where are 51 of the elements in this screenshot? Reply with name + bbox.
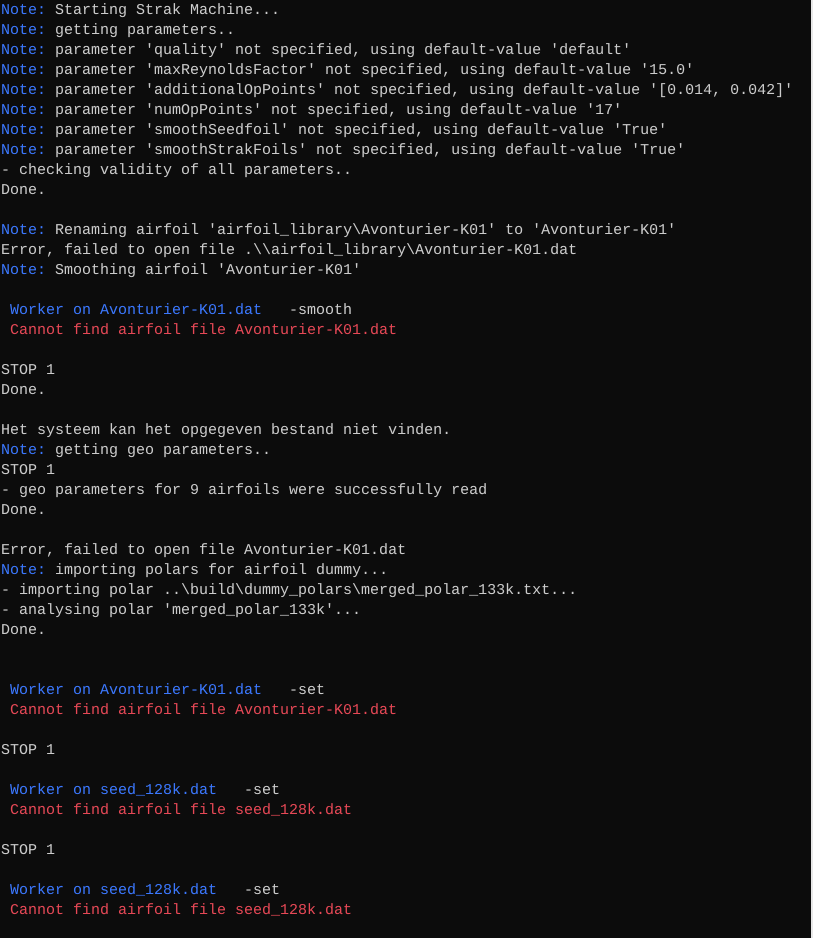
- error-message: Cannot find airfoil file Avonturier-K01.dat: [10, 322, 398, 339]
- log-message: STOP 1: [1, 462, 56, 479]
- log-message: - checking validity of all parameters..: [1, 162, 352, 179]
- note-prefix: Note:: [1, 62, 46, 79]
- worker-label: Worker on Avonturier-K01.dat: [10, 302, 262, 319]
- note-prefix: Note:: [1, 82, 46, 99]
- log-message: Het systeem kan het opgegeven bestand niet vinden.: [1, 422, 452, 439]
- note-prefix: Note:: [1, 122, 46, 139]
- log-message: parameter 'additionalOpPoints' not specified, using default-value '[0.014, 0.042]': [55, 82, 794, 99]
- worker-label: Worker on seed_128k.dat: [10, 782, 218, 799]
- note-prefix: Note:: [1, 262, 46, 279]
- worker-label: Worker on Avonturier-K01.dat: [10, 682, 262, 699]
- note-prefix: Note:: [1, 142, 46, 159]
- worker-option: -set: [244, 782, 280, 799]
- log-message: parameter 'smoothStrakFoils' not specified, using default-value 'True': [55, 142, 686, 159]
- log-message: STOP 1: [1, 362, 56, 379]
- log-message: STOP 1: [1, 742, 56, 759]
- log-message: STOP 1: [1, 842, 56, 859]
- worker-label: Worker on seed_128k.dat: [10, 882, 218, 899]
- log-message: Error, failed to open file .\\airfoil_library\Avonturier-K01.dat: [1, 242, 578, 259]
- log-message: Renaming airfoil 'airfoil_library\Avonturier-K01' to 'Avonturier-K01': [55, 222, 676, 239]
- error-message: Cannot find airfoil file seed_128k.dat: [10, 902, 352, 919]
- log-message: getting geo parameters..: [55, 442, 272, 459]
- worker-option: -set: [289, 682, 326, 699]
- log-message: - geo parameters for 9 airfoils were successfully read: [1, 482, 488, 499]
- log-message: Starting Strak Machine...: [55, 2, 280, 19]
- log-message: - analysing polar 'merged_polar_133k'...: [1, 602, 362, 619]
- note-prefix: Note:: [1, 22, 46, 39]
- log-message: parameter 'maxReynoldsFactor' not specified, using default-value '15.0': [55, 62, 694, 79]
- log-message: Done.: [1, 622, 46, 639]
- note-prefix: Note:: [1, 102, 46, 119]
- log-message: parameter 'quality' not specified, using default-value 'default': [55, 42, 632, 59]
- log-message: parameter 'smoothSeedfoil' not specified, using default-value 'True': [55, 122, 668, 139]
- note-prefix: Note:: [1, 42, 46, 59]
- worker-option: -smooth: [289, 302, 352, 319]
- note-prefix: Note:: [1, 2, 46, 19]
- log-message: getting parameters..: [55, 22, 236, 39]
- log-message: - importing polar ..\build\dummy_polars\merged_polar_133k.txt...: [1, 582, 578, 599]
- error-message: Cannot find airfoil file Avonturier-K01.dat: [10, 702, 398, 719]
- log-message: Done.: [1, 182, 46, 199]
- note-prefix: Note:: [1, 222, 46, 239]
- log-message: parameter 'numOpPoints' not specified, using default-value '17': [55, 102, 622, 119]
- log-message: Done.: [1, 382, 46, 399]
- log-message: Error, failed to open file Avonturier-K01.dat: [1, 542, 406, 559]
- note-prefix: Note:: [1, 562, 46, 579]
- note-prefix: Note:: [1, 442, 46, 459]
- error-message: Cannot find airfoil file seed_128k.dat: [10, 802, 352, 819]
- worker-option: -set: [244, 882, 280, 899]
- log-message: Done.: [1, 502, 46, 519]
- log-message: importing polars for airfoil dummy...: [55, 562, 388, 579]
- log-message: Smoothing airfoil 'Avonturier-K01': [55, 262, 362, 279]
